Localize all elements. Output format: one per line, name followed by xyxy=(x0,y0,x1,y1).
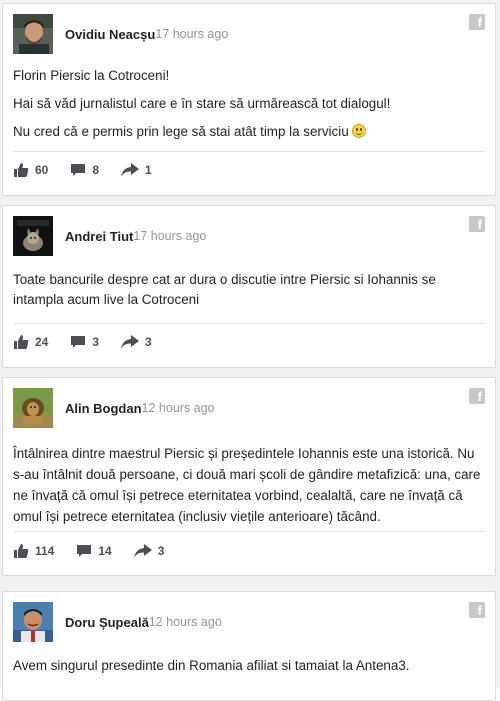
comment-button[interactable]: 14 xyxy=(76,544,112,558)
post-line: Hai să văd jurnalistul care e în stare s… xyxy=(13,96,391,111)
embedded-posts-feed: Ovidiu Neacșu 17 hours ago f Florin Pier… xyxy=(0,0,500,701)
post-timestamp[interactable]: 12 hours ago xyxy=(142,401,215,415)
like-count: 60 xyxy=(35,163,49,177)
like-button[interactable]: 114 xyxy=(13,543,54,559)
post-text: Întâlnirea dintre maestrul Piersic și pr… xyxy=(13,443,483,527)
share-arrow-icon xyxy=(121,163,140,177)
author-name[interactable]: Alin Bogdan xyxy=(65,401,142,416)
post-timestamp[interactable]: 17 hours ago xyxy=(133,229,206,243)
facebook-icon[interactable]: f xyxy=(469,216,485,232)
thumbs-up-icon xyxy=(14,163,29,177)
divider xyxy=(13,531,485,532)
author-name[interactable]: Andrei Tiut xyxy=(65,229,133,244)
post-timestamp[interactable]: 12 hours ago xyxy=(149,615,222,629)
post-header: Ovidiu Neacșu 17 hours ago xyxy=(13,14,228,54)
post-line-text: Nu cred că e permis prin lege să stai at… xyxy=(13,124,349,139)
avatar[interactable] xyxy=(13,602,53,642)
comment-button[interactable]: 3 xyxy=(70,335,99,349)
divider xyxy=(13,323,485,324)
share-arrow-icon xyxy=(121,335,140,349)
share-count: 1 xyxy=(145,163,152,177)
post-line: Nu cred că e permis prin lege să stai at… xyxy=(13,122,483,142)
post-line: Avem singurul presedinte din Romania afi… xyxy=(13,658,410,673)
facebook-icon[interactable]: f xyxy=(469,602,485,618)
share-count: 3 xyxy=(157,544,165,558)
post-card: Alin Bogdan 12 hours ago f Întâlnirea di… xyxy=(2,377,496,576)
post-actions: 60 8 1 xyxy=(13,160,174,180)
facebook-icon[interactable]: f xyxy=(469,14,485,30)
post-text: Avem singurul presedinte din Romania afi… xyxy=(13,656,483,676)
comment-bubble-icon xyxy=(71,164,86,176)
post-card: Ovidiu Neacșu 17 hours ago f Florin Pier… xyxy=(2,3,496,196)
post-line: Florin Piersic la Cotroceni! xyxy=(13,68,170,83)
like-button[interactable]: 60 xyxy=(13,162,48,178)
post-timestamp[interactable]: 17 hours ago xyxy=(155,27,228,41)
avatar[interactable] xyxy=(13,216,53,256)
share-button[interactable]: 3 xyxy=(121,335,152,349)
facebook-icon[interactable]: f xyxy=(469,388,485,404)
smiley-emoji xyxy=(352,124,367,138)
comment-count: 14 xyxy=(98,544,112,558)
thumbs-up-icon xyxy=(14,335,29,349)
divider xyxy=(13,151,485,152)
share-button[interactable]: 1 xyxy=(121,163,152,177)
post-card: Doru Șupeală 12 hours ago f Avem singuru… xyxy=(2,591,496,701)
avatar[interactable] xyxy=(13,388,53,428)
author-name[interactable]: Doru Șupeală xyxy=(65,615,149,630)
post-header: Doru Șupeală 12 hours ago xyxy=(13,602,222,642)
post-header: Alin Bogdan 12 hours ago xyxy=(13,388,215,428)
thumbs-up-icon xyxy=(14,544,29,558)
share-button[interactable]: 3 xyxy=(133,544,165,558)
post-actions: 24 3 3 xyxy=(13,332,174,352)
comment-bubble-icon xyxy=(71,336,86,348)
post-text: Toate bancurile despre cat ar dura o dis… xyxy=(13,270,483,310)
post-line: Întâlnirea dintre maestrul Piersic și pr… xyxy=(13,446,481,524)
comment-button[interactable]: 8 xyxy=(70,163,99,177)
comment-count: 3 xyxy=(92,335,100,349)
post-text: Florin Piersic la Cotroceni! Hai să văd … xyxy=(13,66,483,142)
post-card: Andrei Tiut 17 hours ago f Toate bancuri… xyxy=(2,205,496,368)
share-count: 3 xyxy=(145,335,152,349)
avatar[interactable] xyxy=(13,14,53,54)
comment-count: 8 xyxy=(92,163,100,177)
comment-bubble-icon xyxy=(77,545,92,557)
like-count: 114 xyxy=(35,544,55,558)
post-header: Andrei Tiut 17 hours ago xyxy=(13,216,206,256)
author-name[interactable]: Ovidiu Neacșu xyxy=(65,27,155,42)
like-count: 24 xyxy=(35,335,49,349)
like-button[interactable]: 24 xyxy=(13,334,48,350)
post-actions: 114 14 3 xyxy=(13,541,186,561)
share-arrow-icon xyxy=(133,544,152,558)
post-line: Toate bancurile despre cat ar dura o dis… xyxy=(13,272,436,307)
